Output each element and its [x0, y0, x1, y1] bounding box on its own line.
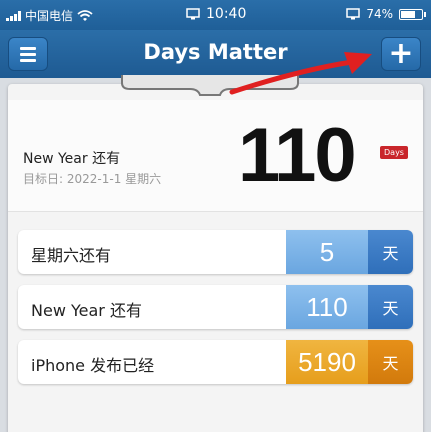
- event-label: 星期六还有: [31, 246, 112, 265]
- signal-icon: [6, 10, 21, 21]
- event-row[interactable]: New Year 还有 110 天: [18, 285, 413, 329]
- featured-event-title: New Year 还有: [23, 151, 121, 167]
- status-bar: 中国电信 10:40 74%: [0, 0, 431, 30]
- clipboard-clip: [121, 75, 299, 96]
- event-label: New Year 还有: [31, 301, 142, 320]
- days-badge: Days: [380, 146, 408, 159]
- add-event-button[interactable]: +: [381, 37, 421, 71]
- event-days: 110: [286, 285, 368, 329]
- featured-days-count: 110: [238, 113, 357, 198]
- nav-bar: Days Matter +: [0, 30, 431, 78]
- battery-icon: [399, 8, 426, 20]
- wifi-icon: [77, 9, 93, 21]
- event-unit: 天: [368, 285, 413, 329]
- clock: 10:40: [206, 6, 247, 22]
- featured-event-date: 目标日: 2022-1-1 星期六: [23, 172, 162, 186]
- event-label: iPhone 发布已经: [31, 356, 155, 375]
- app-title: Days Matter: [143, 40, 288, 64]
- event-row[interactable]: iPhone 发布已经 5190 天: [18, 340, 413, 384]
- battery-level: [401, 10, 415, 18]
- event-unit: 天: [368, 340, 413, 384]
- event-row[interactable]: 星期六还有 5 天: [18, 230, 413, 274]
- battery-percent: 74%: [366, 7, 393, 21]
- event-days: 5: [286, 230, 368, 274]
- screen-mirror-icon: [186, 8, 200, 20]
- featured-event[interactable]: New Year 还有 目标日: 2022-1-1 星期六 110 Days: [8, 100, 423, 212]
- screen-mirror-icon: [346, 8, 361, 20]
- plus-icon: +: [388, 36, 414, 71]
- event-days: 5190: [286, 340, 368, 384]
- carrier-name: 中国电信: [25, 9, 74, 23]
- event-unit: 天: [368, 230, 413, 274]
